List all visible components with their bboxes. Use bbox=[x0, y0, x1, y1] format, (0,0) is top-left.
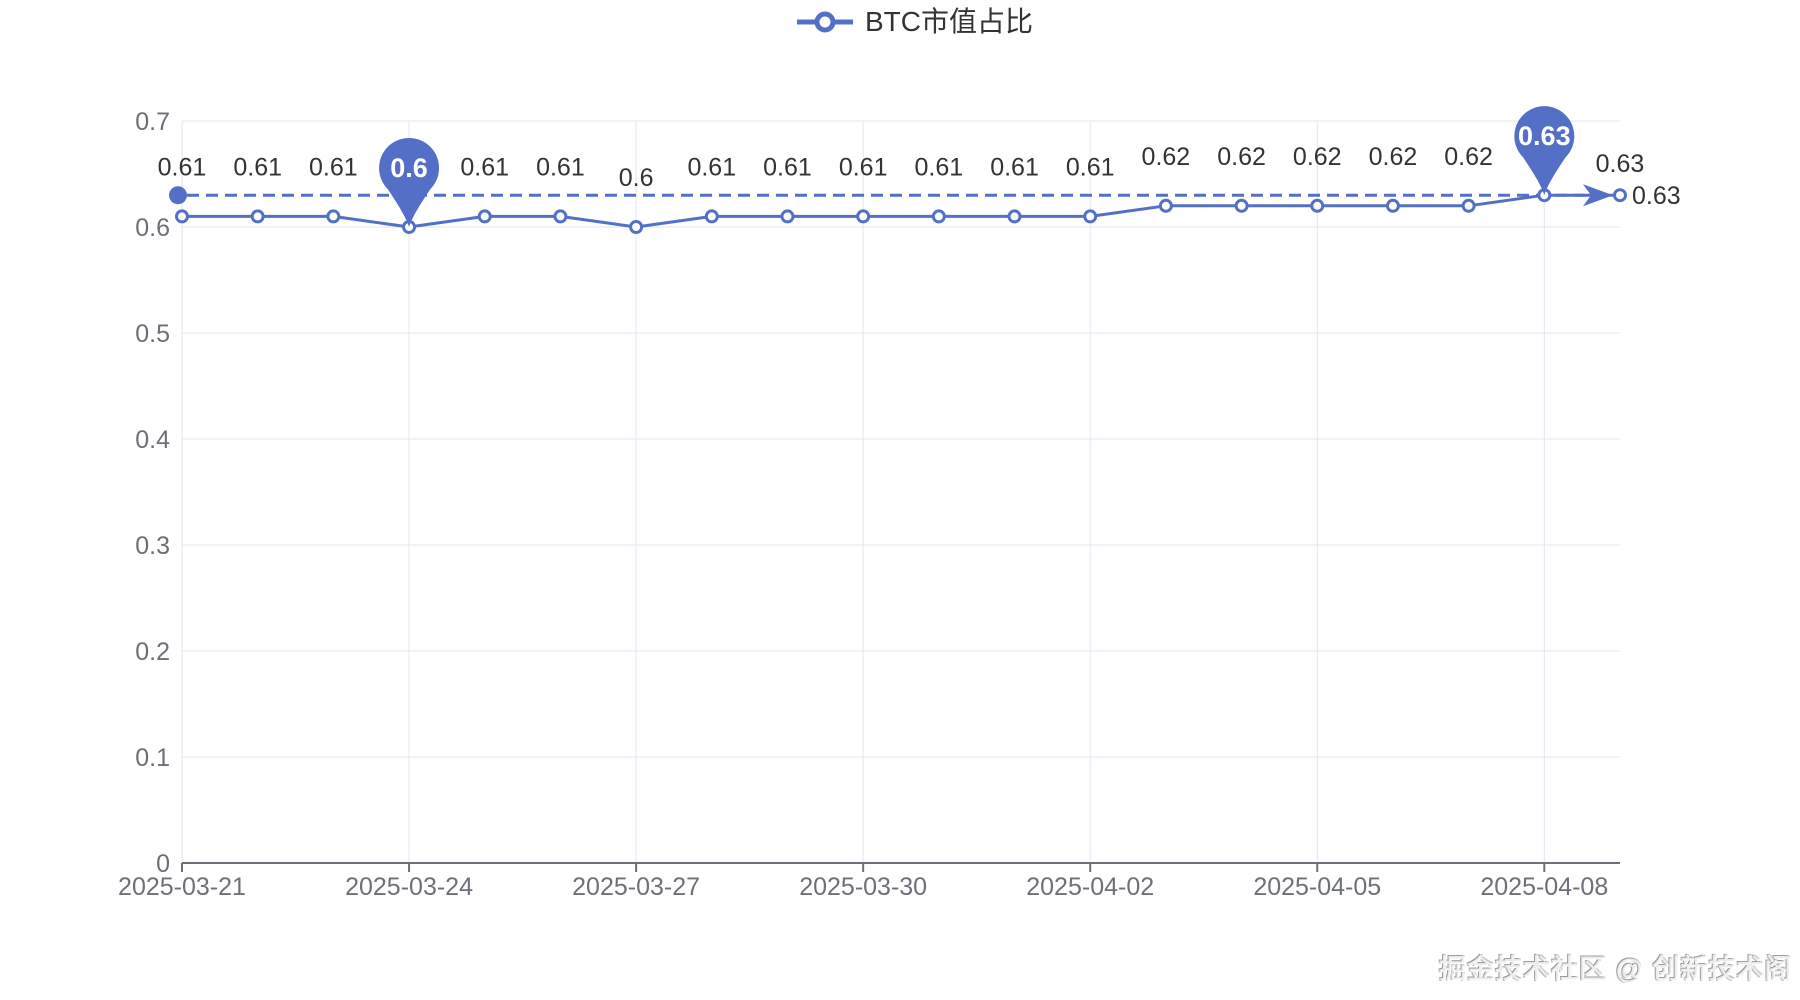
data-point[interactable] bbox=[477, 209, 492, 224]
y-axis-label: 0.6 bbox=[135, 214, 170, 242]
data-point[interactable] bbox=[1158, 198, 1173, 213]
max-mark-pin-label: 0.63 bbox=[1518, 121, 1571, 151]
y-axis-label: 0.7 bbox=[135, 108, 170, 136]
data-point[interactable] bbox=[175, 209, 189, 224]
mark-line-start-circle bbox=[169, 186, 187, 205]
data-point-label: 0.62 bbox=[1369, 143, 1418, 171]
x-axis-label: 2025-03-30 bbox=[799, 873, 927, 901]
data-point-label: 0.61 bbox=[839, 153, 888, 181]
data-point[interactable] bbox=[1310, 198, 1325, 213]
x-axis-label: 2025-04-02 bbox=[1026, 873, 1154, 901]
data-point-label: 0.62 bbox=[1293, 143, 1342, 171]
data-point-label: 0.61 bbox=[158, 153, 207, 181]
data-point-label: 0.61 bbox=[309, 153, 358, 181]
data-point[interactable] bbox=[704, 209, 719, 224]
data-point-label: 0.61 bbox=[763, 153, 812, 181]
data-point[interactable] bbox=[629, 220, 644, 234]
data-point-label: 0.61 bbox=[990, 153, 1039, 181]
watermark-text: 掘金技术社区 @ 创新技术阁 bbox=[1438, 954, 1792, 984]
line-series-legend-icon bbox=[797, 11, 853, 33]
data-point[interactable] bbox=[1007, 209, 1022, 224]
mark-line-end-label: 0.63 bbox=[1632, 182, 1681, 210]
data-point[interactable] bbox=[931, 209, 946, 224]
data-point-label: 0.61 bbox=[460, 153, 509, 181]
legend-label: BTC市值占比 bbox=[865, 6, 1034, 37]
y-axis-label: 0.2 bbox=[135, 638, 170, 666]
data-point[interactable] bbox=[326, 209, 341, 224]
data-point[interactable] bbox=[856, 209, 871, 224]
y-axis-label: 0.4 bbox=[135, 426, 170, 454]
data-point-label: 0.61 bbox=[915, 153, 964, 181]
x-axis-label: 2025-03-21 bbox=[118, 873, 246, 901]
data-point[interactable] bbox=[1613, 188, 1627, 203]
data-point-label: 0.62 bbox=[1444, 143, 1493, 171]
data-point-label: 0.62 bbox=[1142, 143, 1191, 171]
data-point-label: 0.61 bbox=[687, 153, 736, 181]
data-point[interactable] bbox=[250, 209, 265, 224]
data-point-label: 0.61 bbox=[536, 153, 585, 181]
x-axis-label: 2025-03-27 bbox=[572, 873, 700, 901]
data-point[interactable] bbox=[1461, 198, 1476, 213]
x-axis-label: 2025-04-08 bbox=[1480, 873, 1608, 901]
min-mark-pin-label: 0.6 bbox=[390, 153, 428, 183]
data-point[interactable] bbox=[553, 209, 568, 224]
y-axis-label: 0.5 bbox=[135, 320, 170, 348]
data-point-label: 0.63 bbox=[1596, 150, 1645, 178]
x-axis-label: 2025-04-05 bbox=[1253, 873, 1381, 901]
chart-canvas: 00.10.20.30.40.50.60.72025-03-21 2025-03-… bbox=[118, 106, 1681, 901]
data-point-label: 0.62 bbox=[1217, 143, 1266, 171]
data-point-label: 0.61 bbox=[233, 153, 282, 181]
x-axis-label: 2025-03-24 bbox=[345, 873, 473, 901]
data-point-label: 0.6 bbox=[619, 164, 654, 192]
data-point[interactable] bbox=[1385, 198, 1400, 213]
legend-item-btc-share[interactable]: BTC市值占比 bbox=[794, 4, 1033, 40]
data-point[interactable] bbox=[780, 209, 795, 224]
data-point[interactable] bbox=[1234, 198, 1249, 213]
y-axis-label: 0.1 bbox=[135, 744, 170, 772]
data-point[interactable] bbox=[1083, 209, 1098, 224]
y-axis-label: 0.3 bbox=[135, 532, 170, 560]
data-point-label: 0.61 bbox=[1066, 153, 1115, 181]
